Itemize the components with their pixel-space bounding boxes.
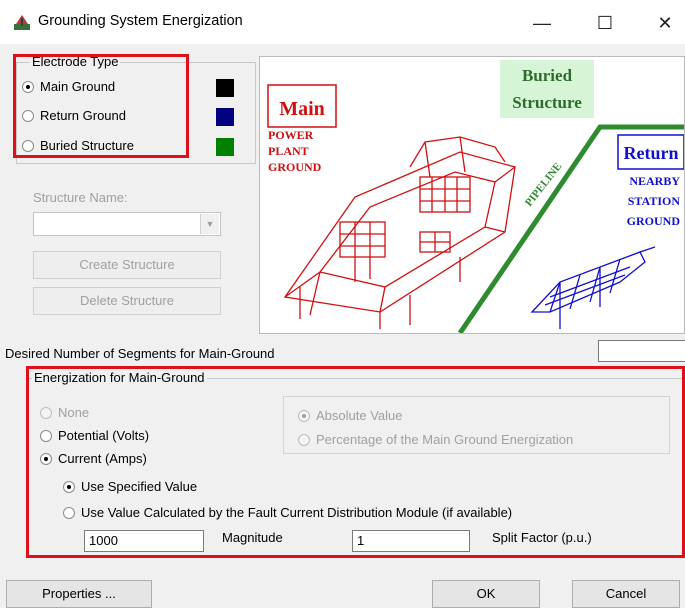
main-title: Main — [279, 98, 325, 120]
diagram-canvas: Main POWER PLANT GROUND Buried Structure… — [267, 60, 685, 335]
radio-circle[interactable] — [298, 433, 310, 446]
ok-button[interactable]: OK — [432, 580, 540, 608]
radio-circle[interactable] — [40, 406, 52, 419]
radio-circle[interactable] — [63, 480, 75, 493]
structure-name-label: Structure Name: — [33, 190, 128, 205]
chevron-down-icon[interactable]: ▼ — [200, 214, 219, 234]
radio-none[interactable]: None — [40, 405, 89, 420]
delete-structure-label: Delete Structure — [80, 293, 174, 308]
create-structure-label: Create Structure — [79, 257, 175, 272]
radio-potential[interactable]: Potential (Volts) — [40, 428, 149, 443]
radio-circle[interactable] — [40, 452, 52, 465]
grounding-diagram: Main POWER PLANT GROUND Buried Structure… — [259, 56, 685, 335]
properties-button[interactable]: Properties ... — [6, 580, 152, 608]
radio-circle[interactable] — [63, 506, 75, 519]
radio-circle[interactable] — [298, 409, 310, 422]
return-ground-color-swatch[interactable] — [216, 108, 234, 126]
structure-name-dropdown[interactable]: ▼ — [33, 212, 221, 236]
segments-label: Desired Number of Segments for Main-Grou… — [5, 346, 275, 361]
return-title: Return — [624, 143, 679, 163]
radio-label: Current (Amps) — [58, 451, 147, 466]
segments-input[interactable] — [598, 340, 685, 362]
radio-label: Percentage of the Main Ground Energizati… — [316, 432, 574, 447]
minimize-icon[interactable]: — — [522, 8, 562, 38]
radio-percentage[interactable]: Percentage of the Main Ground Energizati… — [298, 432, 573, 447]
radio-label: Absolute Value — [316, 408, 403, 423]
properties-label: Properties ... — [42, 586, 116, 601]
return-caption-1: NEARBY — [629, 174, 680, 188]
cancel-button[interactable]: Cancel — [572, 580, 680, 608]
app-icon — [12, 12, 32, 32]
title-bar: Grounding System Energization — ☐ ✕ — [0, 0, 685, 44]
electrode-type-highlight — [13, 54, 189, 158]
maximize-icon[interactable]: ☐ — [585, 8, 625, 38]
buried-title-1: Buried — [522, 66, 573, 85]
ok-label: OK — [476, 586, 496, 601]
split-factor-value: 1 — [357, 533, 365, 548]
split-factor-input[interactable]: 1 — [352, 530, 470, 552]
return-caption-3: GROUND — [627, 214, 681, 228]
main-caption-1: POWER — [268, 128, 314, 142]
buried-title-2: Structure — [512, 93, 582, 112]
main-caption-3: GROUND — [268, 160, 322, 174]
main-ground-color-swatch[interactable] — [216, 79, 234, 97]
window-title: Grounding System Energization — [38, 13, 243, 29]
close-icon[interactable]: ✕ — [645, 8, 685, 38]
create-structure-button[interactable]: Create Structure — [33, 251, 221, 279]
radio-label: Potential (Volts) — [58, 428, 150, 443]
radio-use-specified-value[interactable]: Use Specified Value — [63, 479, 197, 494]
delete-structure-button[interactable]: Delete Structure — [33, 287, 221, 315]
return-caption-2: STATION — [628, 194, 681, 208]
magnitude-label: Magnitude — [222, 530, 283, 545]
magnitude-input[interactable]: 1000 — [84, 530, 204, 552]
magnitude-value: 1000 — [89, 533, 118, 548]
radio-label: Use Specified Value — [81, 479, 198, 494]
buried-structure-color-swatch[interactable] — [216, 138, 234, 156]
radio-circle[interactable] — [40, 429, 52, 442]
main-caption-2: PLANT — [268, 144, 309, 158]
radio-use-calculated-value[interactable]: Use Value Calculated by the Fault Curren… — [63, 505, 512, 520]
return-ground-drawing — [530, 246, 656, 329]
radio-absolute-value[interactable]: Absolute Value — [298, 408, 403, 423]
split-factor-label: Split Factor (p.u.) — [492, 530, 592, 545]
radio-label: Use Value Calculated by the Fault Curren… — [81, 505, 513, 520]
radio-label: None — [58, 405, 90, 420]
cancel-label: Cancel — [605, 586, 647, 601]
radio-current[interactable]: Current (Amps) — [40, 451, 147, 466]
